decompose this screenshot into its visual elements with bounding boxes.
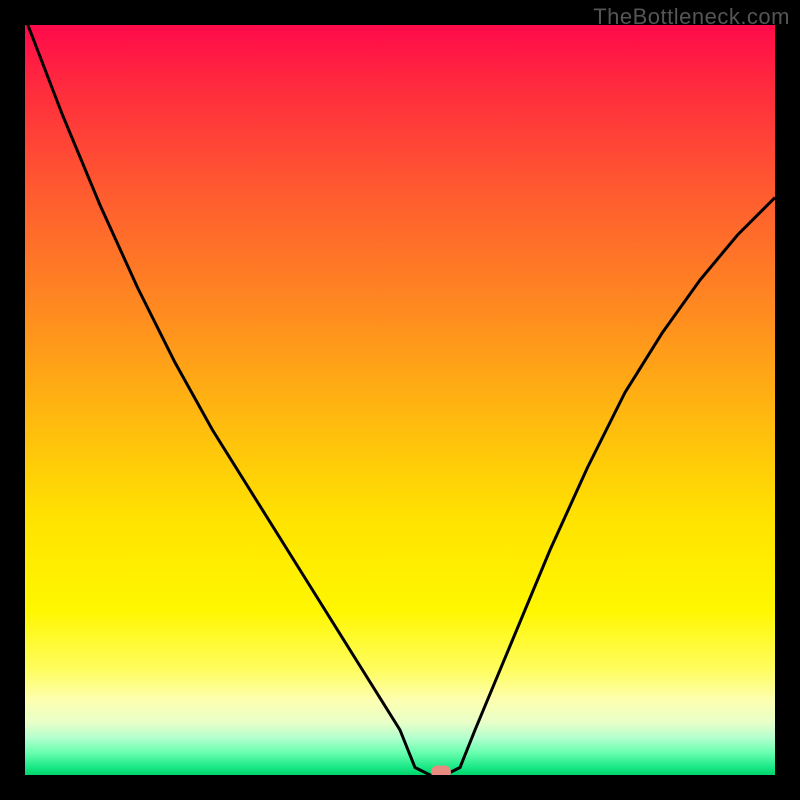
watermark-text: TheBottleneck.com — [593, 4, 790, 30]
chart-frame: TheBottleneck.com — [0, 0, 800, 800]
bottleneck-curve — [25, 25, 775, 775]
optimum-marker — [431, 766, 451, 776]
curve-svg — [25, 25, 775, 775]
plot-area — [25, 25, 775, 775]
